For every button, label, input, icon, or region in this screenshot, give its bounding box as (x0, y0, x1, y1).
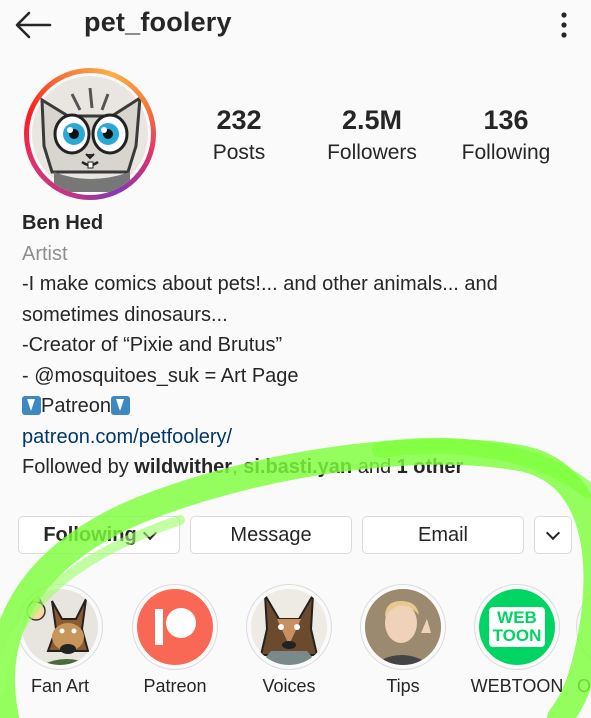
profile-display-name: Ben Hed (22, 212, 104, 234)
highlight-label: Fan Art (30, 676, 90, 696)
down-arrow-emoji-icon (111, 396, 131, 415)
profile-avatar-story-ring[interactable] (24, 68, 156, 200)
followers-count: 2.5M (341, 105, 403, 135)
following-button[interactable]: Following (18, 516, 180, 554)
more-vertical-icon[interactable] (556, 12, 572, 38)
message-button[interactable]: Message (190, 516, 352, 554)
bio-line: -I make comics about pets!... and other … (22, 273, 498, 295)
highlight-label: Voices (262, 676, 316, 696)
bio-line: - @mosquitoes_suk = Art Page (22, 364, 299, 387)
top-bar: pet_foolery (0, 0, 591, 52)
profile-category: Artist (22, 242, 68, 265)
highlight-cover (17, 584, 103, 670)
and-text: and (352, 456, 397, 478)
suggested-accounts-button[interactable] (534, 516, 572, 554)
chevron-down-icon (142, 525, 157, 540)
highlight-cover (360, 584, 446, 670)
patreon-text: Patreon (41, 395, 112, 417)
webtoon-logo-icon: WEB TOON (489, 607, 545, 647)
highlight-label: Patreon (143, 676, 207, 696)
other-followers[interactable]: 1 other (397, 456, 464, 478)
highlight-tips[interactable]: Tips (353, 584, 453, 697)
person-photo-icon (365, 589, 441, 665)
posts-count: 232 (216, 105, 262, 135)
highlight-webtoon[interactable]: WEB TOON WEBTOON (467, 584, 567, 697)
highlight-partial[interactable]: O (564, 584, 591, 697)
following-count: 136 (483, 105, 529, 135)
followed-by-line[interactable]: Followed by wildwither, si.basti.yan and… (22, 452, 582, 483)
posts-label: Posts (212, 141, 266, 164)
profile-bio: Ben Hed Artist -I make comics about pets… (22, 208, 582, 483)
following-label: Following (461, 141, 551, 164)
stat-posts[interactable]: 232 Posts (196, 104, 282, 168)
bio-line: sometimes dinosaurs... (22, 303, 228, 326)
chevron-down-icon (545, 525, 561, 540)
highlight-cover: WEB TOON (474, 584, 560, 670)
arrow-left-icon[interactable] (14, 10, 54, 40)
email-button[interactable]: Email (362, 516, 524, 554)
highlight-patreon[interactable]: Patreon (125, 584, 225, 697)
down-arrow-emoji-icon (22, 396, 41, 415)
followers-label: Followers (327, 141, 417, 164)
stat-followers[interactable]: 2.5M Followers (320, 104, 424, 168)
dog-drawing-icon (26, 591, 92, 665)
highlight-cover (132, 584, 218, 670)
avatar (29, 73, 151, 195)
followed-by-prefix: Followed by (22, 456, 135, 478)
profile-website-link[interactable]: patreon.com/petfoolery/ (22, 422, 582, 453)
highlight-label: WEBTOON (470, 676, 564, 696)
highlight-label: Tips (386, 676, 420, 696)
webtoon-logo-text: TOON (492, 626, 542, 645)
highlight-label: O (577, 676, 591, 696)
profile-username: pet_foolery (84, 7, 232, 37)
cat-avatar-icon (32, 76, 148, 192)
highlight-voices[interactable]: Voices (239, 584, 339, 697)
shepherd-dog-icon (259, 594, 319, 665)
bio-patreon-line: Patreon (22, 391, 582, 422)
highlight-cover (246, 584, 332, 670)
stat-following[interactable]: 136 Following (454, 104, 558, 168)
separator: , (232, 456, 244, 478)
mutual-follower[interactable]: si.basti.yan (243, 456, 352, 478)
highlight-cover (576, 584, 591, 670)
email-button-label: Email (417, 523, 468, 546)
following-button-label: Following (43, 523, 137, 546)
bio-line: -Creator of “Pixie and Brutus” (22, 334, 283, 356)
patreon-logo-icon (155, 608, 196, 645)
webtoon-logo-text: WEB (497, 608, 537, 627)
highlight-fan-art[interactable]: Fan Art (10, 584, 110, 697)
message-button-label: Message (230, 523, 312, 546)
mutual-follower[interactable]: wildwither (134, 456, 232, 478)
